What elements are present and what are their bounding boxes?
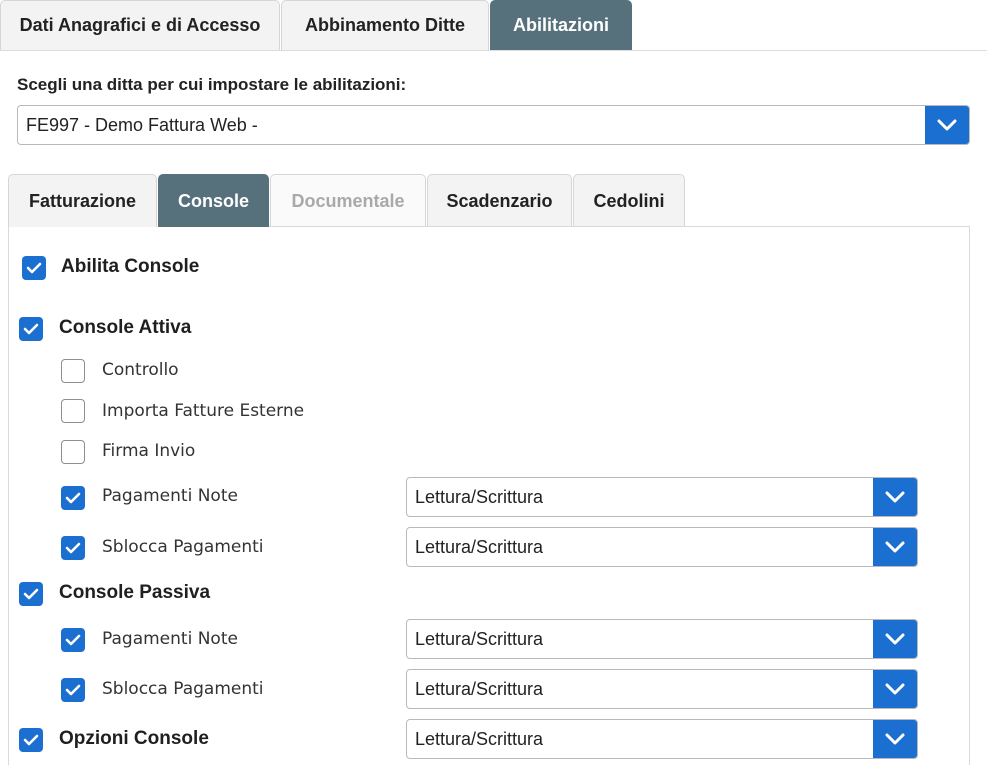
console-passiva-label: Console Passiva [59,582,211,603]
company-select-value: FE997 - Demo Fattura Web - [26,114,258,135]
checkmark-icon [65,492,81,504]
abilita-console-checkbox[interactable] [22,256,46,280]
passiva-pagamenti-note-access-select[interactable]: Lettura/Scrittura [406,619,918,659]
opzioni-console-checkbox[interactable] [19,728,43,752]
tab-documentale: Documentale [270,174,426,227]
attiva-pagamenti-note-label: Pagamenti Note [102,486,238,506]
checkmark-icon [65,542,81,554]
checkmark-icon [65,634,81,646]
opzioni-console-label: Opzioni Console [59,728,209,749]
checkmark-icon [23,734,39,746]
company-select[interactable]: FE997 - Demo Fattura Web - [17,105,970,145]
tab-abilitazioni[interactable]: Abilitazioni [490,0,632,50]
attiva-sblocca-pagamenti-label: Sblocca Pagamenti [102,537,264,557]
firma-invio-label: Firma Invio [102,441,196,461]
access-select-value: Lettura/Scrittura [415,486,544,507]
importa-fatture-esterne-label: Importa Fatture Esterne [102,401,305,421]
tab-label: Dati Anagrafici e di Accesso [19,15,261,35]
console-passiva-checkbox[interactable] [19,582,43,606]
checkmark-icon [26,262,42,274]
tab-abbinamento-ditte[interactable]: Abbinamento Ditte [281,0,489,50]
tab-console[interactable]: Console [158,174,269,227]
firma-invio-checkbox[interactable] [61,440,85,464]
chevron-down-icon[interactable] [873,720,917,758]
checkmark-icon [23,323,39,335]
passiva-sblocca-pagamenti-label: Sblocca Pagamenti [102,679,264,699]
tab-dati-anagrafici[interactable]: Dati Anagrafici e di Accesso [0,0,280,50]
tab-cedolini[interactable]: Cedolini [573,174,685,227]
controllo-checkbox[interactable] [61,359,85,383]
tab-label: Abilitazioni [513,15,609,35]
tab-label: Documentale [291,190,405,211]
tab-label: Scadenzario [446,190,553,211]
chevron-down-icon[interactable] [873,528,917,566]
console-attiva-label: Console Attiva [59,317,192,338]
opzioni-console-access-select[interactable]: Lettura/Scrittura [406,719,918,759]
tab-scadenzario[interactable]: Scadenzario [427,174,572,227]
checkmark-icon [23,588,39,600]
chevron-down-icon[interactable] [873,670,917,708]
tabs-divider [0,50,987,51]
attiva-sblocca-pagamenti-access-select[interactable]: Lettura/Scrittura [406,527,918,567]
checkmark-icon [65,684,81,696]
tab-label: Abbinamento Ditte [305,15,465,35]
tab-label: Cedolini [593,190,665,211]
chevron-down-icon[interactable] [873,478,917,516]
passiva-pagamenti-note-label: Pagamenti Note [102,629,238,649]
attiva-pagamenti-note-access-select[interactable]: Lettura/Scrittura [406,477,918,517]
chevron-down-icon[interactable] [873,620,917,658]
tab-fatturazione[interactable]: Fatturazione [8,174,157,227]
access-select-value: Lettura/Scrittura [415,536,544,557]
tab-label: Fatturazione [28,190,136,211]
passiva-sblocca-pagamenti-checkbox[interactable] [61,678,85,702]
abilita-console-label: Abilita Console [61,256,200,277]
attiva-sblocca-pagamenti-checkbox[interactable] [61,536,85,560]
access-select-value: Lettura/Scrittura [415,678,544,699]
company-select-label: Scegli una ditta per cui impostare le ab… [17,75,407,94]
chevron-down-icon[interactable] [925,106,969,144]
access-select-value: Lettura/Scrittura [415,628,544,649]
passiva-pagamenti-note-checkbox[interactable] [61,628,85,652]
access-select-value: Lettura/Scrittura [415,728,544,749]
passiva-sblocca-pagamenti-access-select[interactable]: Lettura/Scrittura [406,669,918,709]
controllo-label: Controllo [102,360,179,380]
tab-label: Console [177,190,249,211]
attiva-pagamenti-note-checkbox[interactable] [61,486,85,510]
importa-fatture-esterne-checkbox[interactable] [61,399,85,423]
console-attiva-checkbox[interactable] [19,317,43,341]
